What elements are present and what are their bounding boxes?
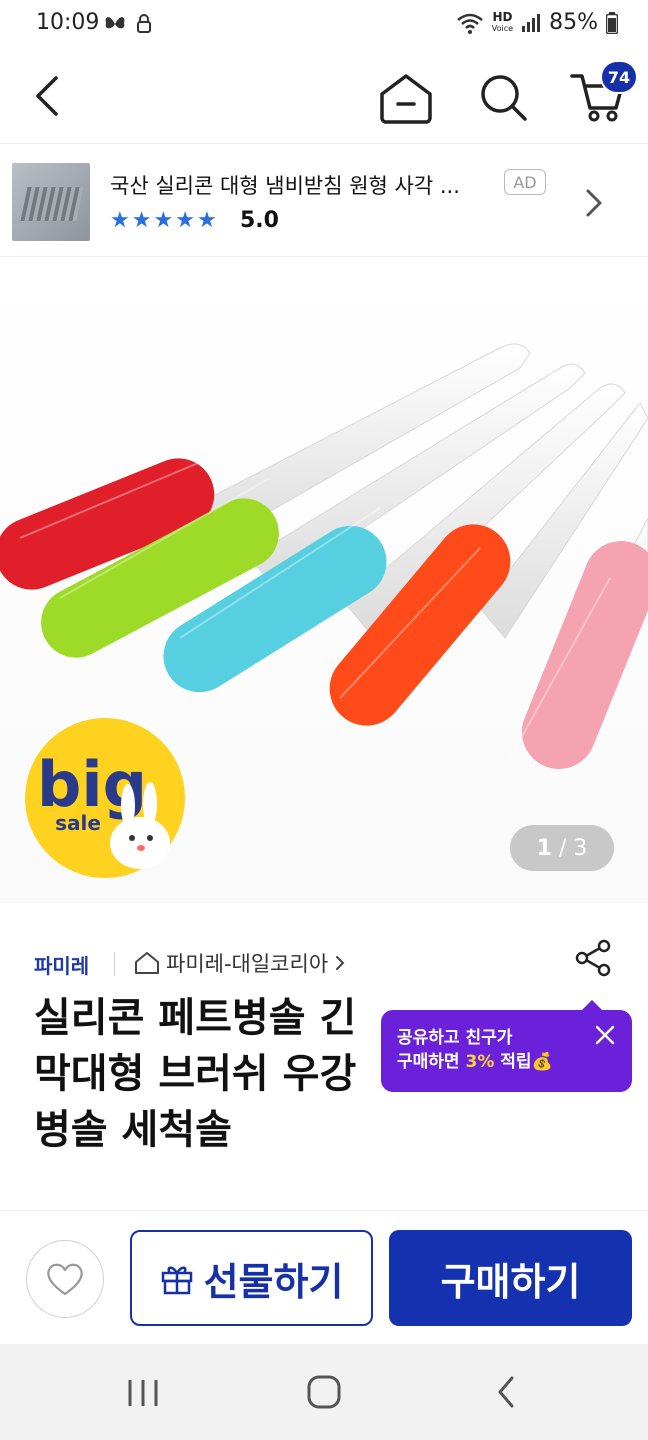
chevron-right-icon bbox=[336, 956, 345, 970]
ad-banner[interactable] bbox=[0, 145, 648, 257]
shop-name: 파미레-대일코리아 bbox=[166, 952, 329, 976]
product-image: big sale bbox=[0, 343, 648, 878]
heart-icon bbox=[47, 1263, 83, 1296]
product-image-carousel[interactable]: big sale bbox=[0, 258, 648, 903]
buy-button[interactable]: 구매하기 bbox=[389, 1230, 632, 1326]
butterfly-icon bbox=[105, 17, 125, 29]
shop-link[interactable]: 파미레-대일코리아 bbox=[134, 948, 346, 978]
brand-link[interactable]: 파미레 bbox=[34, 950, 89, 979]
battery-percent: 85% bbox=[549, 10, 598, 35]
network-label: HD Voice bbox=[491, 9, 514, 33]
home-icon[interactable] bbox=[378, 72, 434, 124]
back-nav-icon[interactable] bbox=[494, 1374, 518, 1410]
gift-button-label: 선물하기 bbox=[203, 1259, 344, 1304]
money-bag-icon: 💰 bbox=[531, 1052, 553, 1072]
gift-button[interactable]: 선물하기 bbox=[130, 1230, 373, 1326]
status-bar: 10:09 HD Voice 85% bbox=[0, 0, 648, 48]
wifi-icon bbox=[456, 13, 483, 34]
system-nav-bar bbox=[0, 1344, 648, 1440]
ad-title[interactable]: 국산 실리콘 대형 냄비받침 원형 사각 ... bbox=[110, 170, 460, 200]
star-icon: ★ bbox=[110, 208, 130, 233]
divider bbox=[114, 952, 115, 976]
chevron-right-icon bbox=[586, 189, 602, 217]
shop-home-icon bbox=[135, 952, 159, 974]
wishlist-button[interactable] bbox=[26, 1240, 104, 1318]
status-time: 10:09 bbox=[36, 10, 100, 35]
star-icon: ★ bbox=[153, 208, 174, 233]
sale-badge-small: sale bbox=[55, 811, 101, 835]
share-icon[interactable] bbox=[574, 938, 614, 978]
ad-rating-value: 5.0 bbox=[240, 208, 279, 233]
ad-product-thumbnail bbox=[12, 163, 90, 241]
star-icon: ★ bbox=[196, 208, 217, 233]
ad-tag: AD bbox=[504, 169, 546, 195]
recent-apps-icon[interactable] bbox=[126, 1378, 160, 1408]
back-icon[interactable] bbox=[30, 74, 64, 118]
lock-icon bbox=[137, 14, 151, 33]
tooltip-line1: 공유하고 친구가 bbox=[397, 1028, 513, 1048]
search-icon[interactable] bbox=[478, 72, 528, 122]
app-header bbox=[0, 48, 648, 144]
star-icon: ★ bbox=[175, 208, 195, 233]
tooltip-line2: 구매하면 3% 적립💰 bbox=[397, 1052, 553, 1072]
close-icon[interactable] bbox=[594, 1024, 616, 1046]
ad-rating-stars: ★ ★ ★ ★ ★ bbox=[110, 208, 217, 233]
image-pager: 1 / 3 bbox=[510, 825, 614, 871]
signal-icon bbox=[522, 13, 541, 32]
home-button-icon[interactable] bbox=[306, 1374, 342, 1410]
star-icon: ★ bbox=[131, 208, 152, 233]
gift-icon bbox=[161, 1266, 192, 1295]
share-reward-tooltip[interactable]: 공유하고 친구가 구매하면 3% 적립💰 bbox=[381, 1000, 632, 1092]
cart-count-badge: 74 bbox=[600, 60, 638, 94]
battery-icon bbox=[606, 11, 618, 34]
